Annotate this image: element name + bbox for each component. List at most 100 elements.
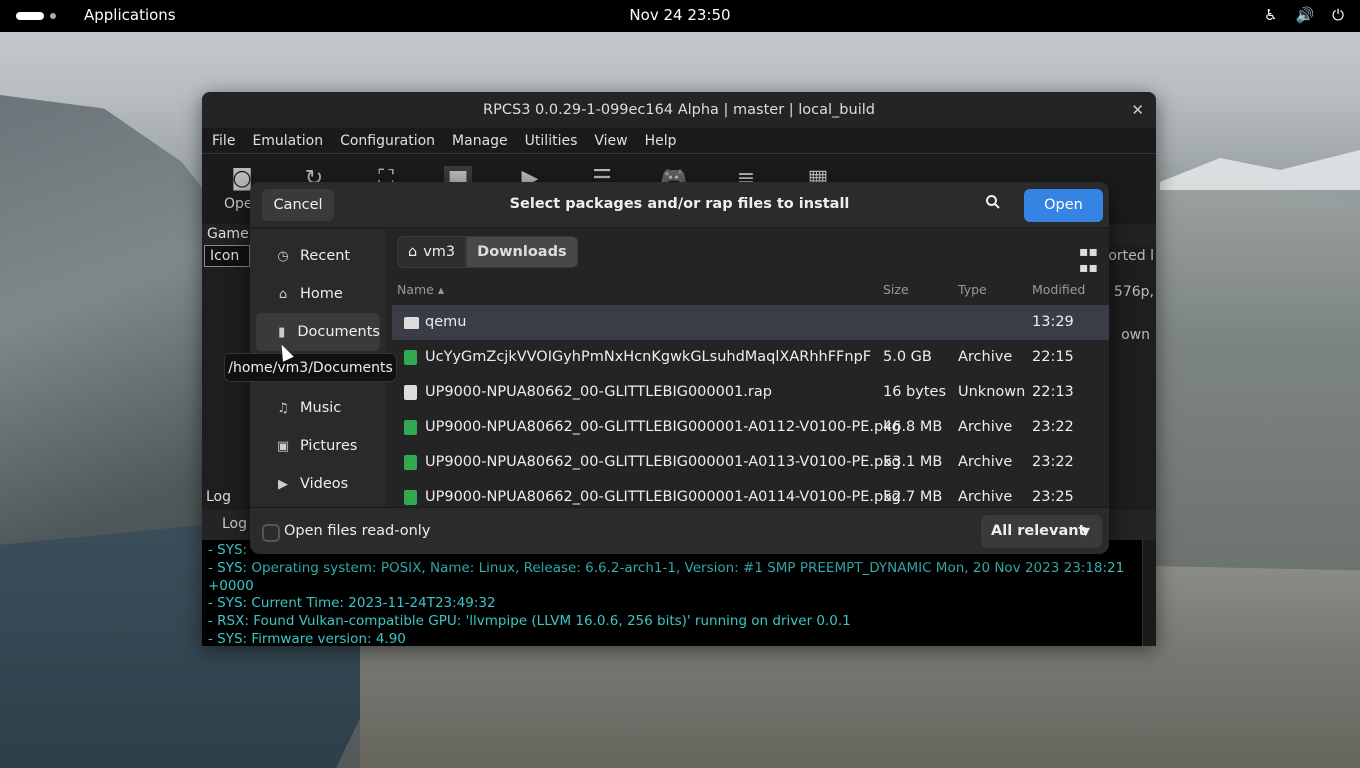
clock-icon: ◷ [277,248,289,264]
game-status-partial: own [1121,327,1150,343]
file-name: UP9000-NPUA80662_00-GLITTLEBIG000001-A01… [425,454,901,470]
file-size: 5.0 GB [883,349,932,365]
file-type: Archive [958,454,1013,470]
file-size: 53.1 MB [883,454,943,470]
log-line: - SYS: Operating system: POSIX, Name: Li… [208,559,1125,594]
top-bar: Applications Nov 24 23:50 ♿ 🔊 ⏻ [0,0,1360,32]
log-line: - SYS: Current Time: 2023-11-24T23:49:32 [208,595,496,612]
sidebar-item-music[interactable]: ♫ Music [256,389,380,427]
file-name: UP9000-NPUA80662_00-GLITTLEBIG000001-A01… [425,419,901,435]
folder-icon [404,317,419,329]
file-size: 52.7 MB [883,489,943,505]
log-scrollbar[interactable] [1142,540,1156,646]
window-title: RPCS3 0.0.29-1-099ec164 Alpha | master |… [483,102,875,118]
menu-configuration[interactable]: Configuration [340,133,435,149]
breadcrumb: ⌂ vm3 Downloads [397,236,578,268]
sidebar-item-label: Recent [300,248,351,264]
wallpaper-snow [1160,150,1360,190]
system-tray[interactable]: ♿ 🔊 ⏻ [1264,6,1344,24]
sidebar-item-videos[interactable]: ▶ Videos [256,465,380,503]
table-row[interactable]: UP9000-NPUA80662_00-GLITTLEBIG000001-A01… [392,410,1109,445]
sidebar-item-documents[interactable]: ▮ Documents [256,313,380,351]
menu-view[interactable]: View [594,133,627,149]
file-type: Archive [958,489,1013,505]
sidebar-item-home[interactable]: ⌂ Home [256,275,380,313]
document-icon: ▮ [278,324,286,340]
volume-icon[interactable]: 🔊 [1295,6,1314,24]
file-filter-select[interactable]: All relevant ▼ [981,515,1102,548]
menu-manage[interactable]: Manage [452,133,508,149]
icon-column-header[interactable]: Icon [204,245,250,267]
menu-emulation[interactable]: Emulation [252,133,323,149]
column-header-partial[interactable]: orted l [1108,248,1154,264]
toolbar-open-label: Ope [224,196,253,212]
sidebar-item-label: Videos [300,476,349,492]
file-name: UP9000-NPUA80662_00-GLITTLEBIG000001.rap [425,384,772,400]
sidebar-item-recent[interactable]: ◷ Recent [256,237,380,275]
breadcrumb-home-label: vm3 [423,244,456,260]
tab-log[interactable]: Log [222,516,247,532]
menu-utilities[interactable]: Utilities [525,133,578,149]
file-type: Unknown [958,384,1026,400]
file-modified: 13:29 [1032,314,1074,330]
breadcrumb-home[interactable]: ⌂ vm3 [397,236,467,268]
home-icon: ⌂ [408,244,418,260]
power-icon[interactable]: ⏻ [1332,6,1344,24]
file-icon [404,385,417,400]
file-name: qemu [425,314,467,330]
music-icon: ♫ [277,400,289,416]
file-type: Archive [958,349,1013,365]
table-row[interactable]: qemu 13:29 [392,305,1109,340]
sidebar-item-label: Music [300,400,342,416]
breadcrumb-current[interactable]: Downloads [466,236,578,268]
view-toggle-icon[interactable]: ▪▪ ▪▪ [1079,244,1098,276]
column-size[interactable]: Size [883,282,909,297]
archive-icon [404,350,417,365]
search-icon[interactable] [985,194,1007,216]
sidebar-item-pictures[interactable]: ▣ Pictures [256,427,380,465]
file-name: UcYyGmZcjkVVOIGyhPmNxHcnKgwkGLsuhdMaqlXA… [425,349,871,365]
file-size: 16 bytes [883,384,947,400]
sidebar-item-label: Pictures [300,438,358,454]
log-line: - SYS: Firmware version: 4.90 [208,630,406,646]
menu-bar: File Emulation Configuration Manage Util… [202,128,1156,154]
gamelist-title: Game [207,226,249,242]
table-row[interactable]: UP9000-NPUA80662_00-GLITTLEBIG000001-A01… [392,445,1109,480]
filter-value: All relevant [991,523,1086,539]
archive-icon [404,420,417,435]
file-modified: 23:22 [1032,419,1074,435]
file-name: UP9000-NPUA80662_00-GLITTLEBIG000001-A01… [425,489,901,505]
archive-icon [404,490,417,505]
open-button[interactable]: Open [1024,189,1103,222]
dialog-header: Cancel Select packages and/or rap files … [250,182,1109,228]
readonly-checkbox[interactable] [262,524,280,542]
accessibility-icon[interactable]: ♿ [1264,6,1277,24]
chevron-down-icon: ▼ [1081,525,1090,538]
file-modified: 22:13 [1032,384,1074,400]
table-row[interactable]: UP9000-NPUA80662_00-GLITTLEBIG000001.rap… [392,375,1109,410]
table-row[interactable]: UP9000-NPUA80662_00-GLITTLEBIG000001-A01… [392,480,1109,507]
dialog-footer: Open files read-only All relevant ▼ [250,507,1109,554]
menu-help[interactable]: Help [645,133,677,149]
close-icon[interactable]: ✕ [1131,92,1144,128]
table-row[interactable]: UcYyGmZcjkVVOIGyhPmNxHcnKgwkGLsuhdMaqlXA… [392,340,1109,375]
file-modified: 22:15 [1032,349,1074,365]
picture-icon: ▣ [276,438,290,454]
log-title: Log [206,489,232,505]
file-modified: 23:25 [1032,489,1074,505]
sidebar-item-label: Documents [297,324,380,340]
archive-icon [404,455,417,470]
clock[interactable]: Nov 24 23:50 [0,6,1360,24]
readonly-label[interactable]: Open files read-only [284,523,430,539]
log-line: - RSX: Found Vulkan-compatible GPU: 'llv… [208,613,851,630]
column-type[interactable]: Type [958,282,987,297]
column-modified[interactable]: Modified [1032,282,1085,297]
file-type: Archive [958,419,1013,435]
menu-file[interactable]: File [212,133,235,149]
dialog-title: Select packages and/or rap files to inst… [509,196,850,212]
file-size: 46.8 MB [883,419,943,435]
game-resolution-partial: , 576p, [1105,284,1154,300]
home-icon: ⌂ [278,286,288,302]
column-name[interactable]: Name ▴ [397,282,444,297]
tooltip: /home/vm3/Documents [224,353,397,382]
